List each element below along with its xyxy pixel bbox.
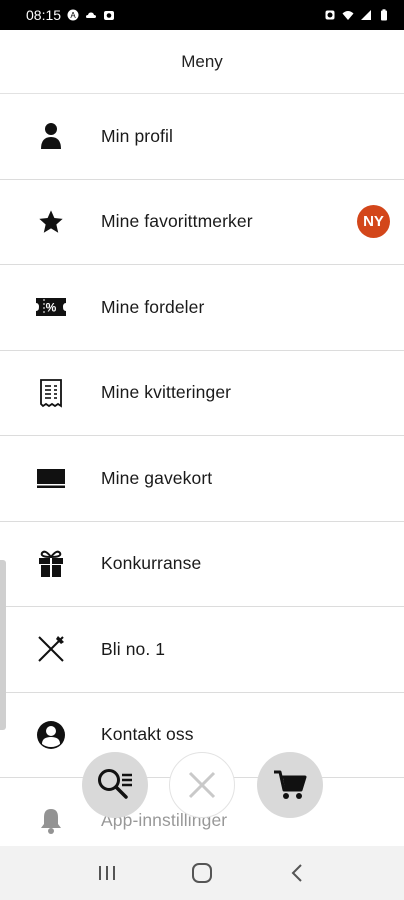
wifi-icon xyxy=(342,11,354,20)
status-bar: 08:15 A xyxy=(0,0,404,30)
status-time: 08:15 xyxy=(26,7,62,23)
menu-list: Min profil Mine favorittmerker NY % Mine… xyxy=(0,94,404,864)
contact-icon xyxy=(33,717,69,753)
page-header: Meny xyxy=(0,30,404,94)
side-scrollbar[interactable] xyxy=(0,560,6,730)
menu-item-label: Min profil xyxy=(101,125,173,146)
gift-card-icon xyxy=(33,460,69,496)
signal-icon xyxy=(361,10,371,20)
close-button[interactable] xyxy=(169,752,235,818)
menu-item-konkurranse[interactable]: Konkurranse xyxy=(0,521,404,607)
menu-item-min-profil[interactable]: Min profil xyxy=(0,94,404,180)
menu-item-label: Mine kvitteringer xyxy=(101,382,232,403)
recent-apps-button[interactable] xyxy=(87,858,127,888)
menu-item-label: Mine favorittmerker xyxy=(101,211,253,232)
system-nav-bar xyxy=(0,846,404,900)
new-badge: NY xyxy=(357,205,390,239)
back-button[interactable] xyxy=(277,858,317,888)
coupon-icon: % xyxy=(33,289,69,325)
alarm-icon xyxy=(325,10,335,20)
back-icon xyxy=(291,864,302,882)
home-icon xyxy=(191,863,212,883)
menu-item-mine-kvitteringer[interactable]: Mine kvitteringer xyxy=(0,350,404,436)
svg-text:A: A xyxy=(70,11,76,20)
search-list-button[interactable] xyxy=(82,752,148,818)
battery-icon xyxy=(381,9,387,21)
person-icon xyxy=(33,118,69,154)
menu-item-label: Konkurranse xyxy=(101,553,202,574)
status-left: 08:15 A xyxy=(26,7,115,23)
cloud-icon xyxy=(86,12,97,18)
cart-button[interactable] xyxy=(257,752,323,818)
home-button[interactable] xyxy=(182,858,222,888)
recent-apps-icon xyxy=(99,866,116,880)
menu-item-label: Mine gavekort xyxy=(101,467,213,488)
menu-item-label: Kontakt oss xyxy=(101,724,194,745)
close-icon xyxy=(188,771,216,799)
svg-text:%: % xyxy=(46,301,57,315)
menu-item-bli-no-1[interactable]: Bli no. 1 xyxy=(0,607,404,693)
page-title: Meny xyxy=(181,51,223,71)
menu-item-mine-favorittmerker[interactable]: Mine favorittmerker NY xyxy=(0,179,404,265)
menu-item-label: Mine fordeler xyxy=(101,296,205,317)
gift-icon xyxy=(33,546,69,582)
search-list-icon xyxy=(98,769,132,799)
fork-knife-icon xyxy=(33,631,69,667)
status-right xyxy=(324,9,390,21)
menu-item-label: Bli no. 1 xyxy=(101,638,166,659)
star-icon xyxy=(33,204,69,240)
a-icon: A xyxy=(67,9,79,21)
camera-icon xyxy=(104,11,115,20)
cart-icon xyxy=(274,770,307,799)
bell-icon xyxy=(33,802,69,838)
menu-item-mine-gavekort[interactable]: Mine gavekort xyxy=(0,436,404,522)
menu-item-mine-fordeler[interactable]: % Mine fordeler xyxy=(0,265,404,351)
receipt-icon xyxy=(33,375,69,411)
